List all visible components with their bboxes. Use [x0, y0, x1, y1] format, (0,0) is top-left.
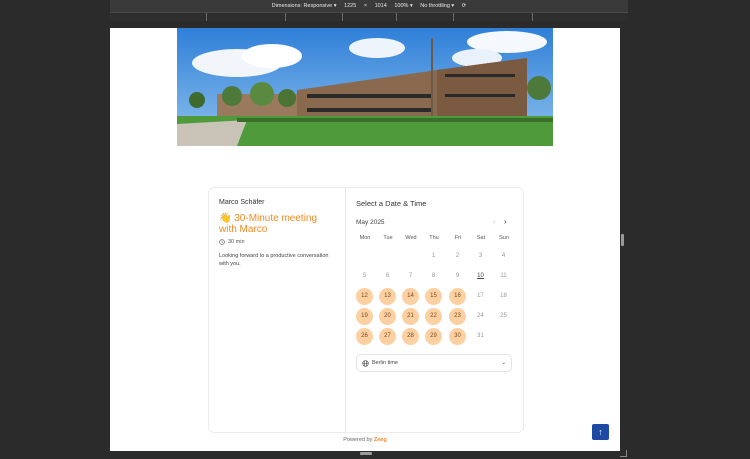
calendar-day-8: 8 — [431, 273, 436, 279]
calendar-day-10: 10 — [477, 273, 484, 279]
booking-card: Marco Schäfer 👋 30-Minute meeting with M… — [208, 187, 524, 433]
calendar-day-2: 2 — [455, 253, 460, 259]
calendar-day-27[interactable]: 27 — [379, 328, 396, 345]
calendar-day-19[interactable]: 19 — [356, 308, 373, 325]
calendar-day-13[interactable]: 13 — [379, 288, 396, 305]
chevron-right-icon[interactable]: › — [504, 217, 507, 226]
weekday-sat: Sat — [476, 235, 486, 241]
calendar-day-30[interactable]: 30 — [449, 328, 466, 345]
meeting-title: 👋 30-Minute meeting with Marco — [219, 213, 335, 235]
viewport-resize-handle-bottom[interactable] — [360, 452, 372, 455]
calendar-day-21[interactable]: 21 — [402, 308, 419, 325]
brand-link[interactable]: Zeeg — [374, 437, 387, 443]
duration-text: 30 min — [228, 239, 245, 245]
calendar-day-31: 31 — [477, 333, 484, 339]
calendar-day-23[interactable]: 23 — [449, 308, 466, 325]
meeting-duration: 30 min — [219, 239, 245, 245]
calendar-day-12[interactable]: 12 — [356, 288, 373, 305]
waving-hand-icon: 👋 — [219, 213, 232, 224]
calendar-day-15[interactable]: 15 — [425, 288, 442, 305]
meeting-description: Looking forward to a productive conversa… — [219, 253, 329, 267]
rotate-icon[interactable]: ⟳ — [462, 3, 467, 9]
page-viewport: Marco Schäfer 👋 30-Minute meeting with M… — [110, 28, 620, 451]
calendar-day-14[interactable]: 14 — [402, 288, 419, 305]
calendar-day-6: 6 — [385, 273, 390, 279]
calendar-day-24: 24 — [477, 313, 484, 319]
calendar-day-16[interactable]: 16 — [449, 288, 466, 305]
zoom-dropdown[interactable]: 100% ▾ — [394, 3, 412, 9]
weekday-wed: Wed — [405, 235, 417, 241]
weekday-thu: Thu — [429, 235, 439, 241]
hero-image — [177, 28, 553, 146]
width-input[interactable]: 1225 — [344, 3, 356, 9]
calendar-day-18: 18 — [500, 293, 507, 299]
viewport-resize-corner[interactable] — [620, 450, 627, 457]
month-label: May 2025 — [356, 219, 385, 226]
timezone-label: Berlin time — [372, 360, 398, 366]
throttling-dropdown[interactable]: No throttling ▾ — [420, 3, 454, 9]
calendar-day-9: 9 — [455, 273, 460, 279]
powered-by-text: Powered by — [343, 437, 373, 443]
scroll-to-top-button[interactable]: ↑ — [592, 424, 609, 440]
weekday-fri: Fri — [454, 235, 462, 241]
calendar-day-7: 7 — [408, 273, 413, 279]
times-sign: × — [363, 3, 368, 9]
calendar-day-11: 11 — [500, 273, 507, 279]
calendar-day-29[interactable]: 29 — [425, 328, 442, 345]
height-input[interactable]: 1014 — [375, 3, 387, 9]
calendar-day-25: 25 — [500, 313, 507, 319]
chevron-left-icon[interactable]: ‹ — [493, 217, 496, 226]
timezone-select[interactable]: Berlin time ⌄ — [356, 354, 512, 372]
weekday-mon: Mon — [359, 235, 371, 241]
device-toolbar-info: Dimensions: Responsive ▾ 1225 × 1014 100… — [110, 3, 628, 9]
arrow-up-icon: ↑ — [598, 427, 603, 437]
calendar-day-20[interactable]: 20 — [379, 308, 396, 325]
powered-by: Powered by Zeeg — [110, 437, 620, 443]
card-divider — [345, 188, 346, 432]
globe-icon — [362, 359, 369, 367]
calendar-day-1: 1 — [431, 253, 436, 259]
calendar-day-4: 4 — [501, 253, 506, 259]
dimensions-dropdown[interactable]: Dimensions: Responsive ▾ — [272, 3, 337, 9]
meeting-title-text: 30-Minute meeting with Marco — [219, 213, 318, 235]
calendar-day-3: 3 — [478, 253, 483, 259]
viewport-resize-handle-right[interactable] — [621, 234, 624, 246]
calendar-day-22[interactable]: 22 — [425, 308, 442, 325]
clock-icon — [219, 239, 225, 245]
host-name: Marco Schäfer — [219, 199, 265, 206]
date-time-heading: Select a Date & Time — [356, 199, 427, 208]
calendar-day-17: 17 — [477, 293, 484, 299]
calendar-day-28[interactable]: 28 — [402, 328, 419, 345]
calendar-day-26[interactable]: 26 — [356, 328, 373, 345]
weekday-tue: Tue — [383, 235, 393, 241]
calendar-day-5: 5 — [362, 273, 367, 279]
media-query-ruler[interactable] — [110, 12, 628, 21]
weekday-sun: Sun — [499, 235, 509, 241]
chevron-down-icon: ⌄ — [501, 360, 506, 366]
